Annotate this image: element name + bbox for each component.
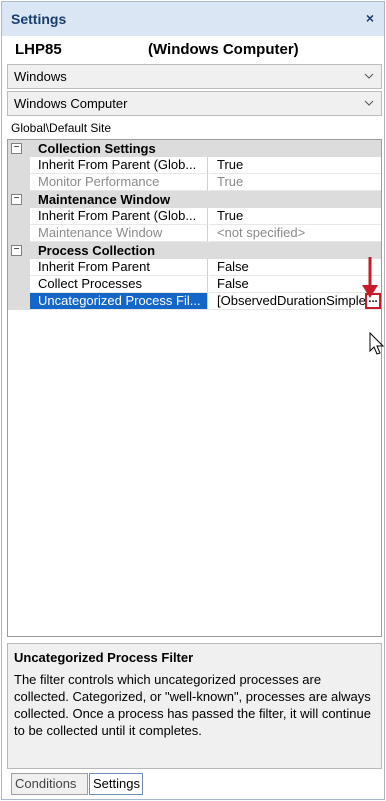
settings-panel: Settings × LHP85 (Windows Computer) Wind… [1,1,385,800]
property-value[interactable]: <not specified> [209,225,381,242]
property-value[interactable]: False [209,259,381,276]
panel-title: Settings [11,11,67,27]
description-text: The filter controls which uncategorized … [14,672,371,738]
object-type: (Windows Computer) [148,41,299,58]
property-name: Maintenance Window [30,225,208,242]
tab-settings[interactable]: Settings [89,773,143,795]
property-name: Inherit From Parent (Glob... [30,208,208,225]
property-value[interactable]: True [209,157,381,174]
property-row[interactable]: Collect Processes False [8,276,381,293]
property-value[interactable]: [ObservedDurationSimple [209,293,381,310]
category-collection-settings[interactable]: − Collection Settings [8,140,381,157]
property-name: Inherit From Parent [30,259,208,276]
category-label: Process Collection [38,243,156,258]
object-type-dropdown[interactable]: Windows Computer [7,91,382,116]
property-row[interactable]: Maintenance Window <not specified> [8,225,381,242]
property-row-selected[interactable]: Uncategorized Process Fil... [ObservedDu… [8,293,381,310]
property-name: Collect Processes [30,276,208,293]
category-label: Collection Settings [38,141,156,156]
tab-conditions[interactable]: Conditions [11,773,88,795]
annotation-arrow-icon [362,257,378,298]
property-value[interactable]: False [209,276,381,293]
property-value[interactable]: True [209,174,381,191]
collapse-icon[interactable]: − [11,194,22,205]
property-row[interactable]: Inherit From Parent False [8,259,381,276]
category-maintenance-window[interactable]: − Maintenance Window [8,191,381,208]
property-grid: − Collection Settings Inherit From Paren… [7,139,382,637]
chevron-down-icon [364,100,374,106]
platform-dropdown-value: Windows [14,69,67,84]
category-process-collection[interactable]: − Process Collection [8,242,381,259]
property-name: Inherit From Parent (Glob... [30,157,208,174]
property-row[interactable]: Monitor Performance True [8,174,381,191]
object-name: LHP85 [15,41,62,58]
chevron-down-icon [364,73,374,79]
close-icon[interactable]: × [366,10,374,26]
property-name: Uncategorized Process Fil... [30,293,208,310]
property-row[interactable]: Inherit From Parent (Glob... True [8,157,381,174]
platform-dropdown[interactable]: Windows [7,64,382,89]
property-value[interactable]: True [209,208,381,225]
category-label: Maintenance Window [38,192,171,207]
mouse-cursor-icon [369,332,385,355]
object-type-dropdown-value: Windows Computer [14,96,128,111]
collapse-icon[interactable]: − [11,245,22,256]
scope-path: Global\Default Site [11,121,112,135]
description-title: Uncategorized Process Filter [14,650,194,665]
collapse-icon[interactable]: − [11,143,22,154]
property-name: Monitor Performance [30,174,208,191]
title-bar: Settings × [2,2,384,36]
object-header: LHP85 (Windows Computer) [2,36,384,64]
description-pane: Uncategorized Process Filter The filter … [7,643,382,769]
property-row[interactable]: Inherit From Parent (Glob... True [8,208,381,225]
